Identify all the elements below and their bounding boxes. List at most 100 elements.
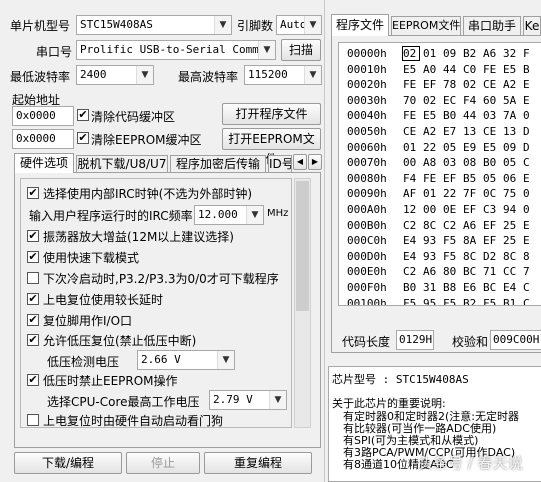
code-address-input[interactable]: 0x0000 [12,106,74,126]
hex-byte: F4 [463,93,477,107]
chevron-down-icon: ▼ [217,351,234,369]
reset-io-checkbox[interactable]: ✔ [27,314,39,326]
p32-p33-checkbox[interactable] [27,272,39,284]
lv-eeprom-checkbox[interactable]: ✔ [27,374,39,386]
hex-byte: 02 [402,46,420,61]
clear-eeprom-checkbox[interactable]: ✔ [77,132,89,144]
hex-byte: E5 [503,62,517,76]
hex-byte: 00 [423,203,437,216]
hex-address: 00020h [347,78,387,92]
tab-id[interactable]: ID号 [268,155,292,173]
tab-serial-assistant[interactable]: 串口助手 [463,16,521,36]
reset-delay-label: 上电复位使用较长延时 [43,293,164,307]
hex-byte: FE [423,171,437,185]
tab-eeprom-file[interactable]: EEPROM文件 [391,16,461,36]
hex-byte: 0 [523,109,530,123]
hex-address: 00000h [347,47,387,60]
reset-delay-checkbox[interactable]: ✔ [27,293,39,305]
hex-byte: 8C [423,218,437,232]
hex-byte: B [523,62,530,76]
checkmark-icon: ✔ [28,373,38,386]
tab-scroll-right-button[interactable]: ▶ [308,154,322,170]
hex-byte: 01 [423,187,437,201]
port-select[interactable]: Prolific USB-to-Serial Comm Po ▼ [76,40,276,60]
hex-byte: A2 [423,125,437,138]
hex-byte: 93 [423,234,437,248]
hex-byte: 08 [463,156,477,170]
scan-button[interactable]: 扫描 [281,39,321,61]
options-scrollbar[interactable] [294,178,311,428]
hex-byte: 13 [503,125,517,138]
hex-byte: FE [403,109,417,123]
hex-byte: 0 [523,203,530,216]
open-eeprom-file-button[interactable]: 打开EEPROM文件 [222,128,321,166]
hex-byte: 22 [423,140,437,154]
amp-gain-checkbox[interactable]: ✔ [27,230,39,242]
low-voltage-reset-label: 允许低压复位(禁止低压中断) [43,334,197,348]
max-baud-select[interactable]: 115200 ▼ [244,65,322,85]
tab-encrypted-transfer[interactable]: 程序加密后传输 [170,155,266,173]
hex-byte: 02 [423,93,437,107]
min-baud-select[interactable]: 2400 ▼ [76,65,154,85]
hex-byte: 75 [503,187,517,201]
pin-count-select[interactable]: Auto ▼ [276,15,322,35]
low-voltage-reset-checkbox[interactable]: ✔ [27,334,39,346]
hex-byte: BC [483,281,497,294]
hex-byte: C [523,296,530,306]
hex-byte: E4 [403,249,417,263]
clear-code-checkbox[interactable]: ✔ [77,109,89,121]
irc-clock-checkbox[interactable]: ✔ [27,187,39,199]
lvd-select[interactable]: 2.66 V ▼ [137,350,235,370]
hex-byte: 05 [483,171,497,185]
stop-button[interactable]: 停止 [126,452,200,474]
hex-byte: A6 [423,265,437,279]
hex-byte: 05 [443,140,457,154]
hex-address: 000E0h [347,265,387,279]
chevron-down-icon: ▼ [304,66,321,84]
repeat-program-button[interactable]: 重复编程 [204,452,312,474]
irc-frequency-select[interactable]: 12.000 ▼ [194,205,264,225]
hex-byte: B0 [403,281,417,294]
download-program-button[interactable]: 下载/编程 [14,452,122,474]
hex-byte: 02 [463,78,477,92]
tab-hardware-options[interactable]: 硬件选项 [14,153,74,173]
hex-address: 00080h [347,171,387,185]
checkmark-icon: ✔ [28,229,38,242]
options-scrollbar-thumb[interactable] [296,181,309,311]
hex-viewer[interactable]: 00000h 02 01 09 B2 A6 32 F 00010h E5 A0 44 C0 FE E5 B 00… [338,42,541,306]
hex-byte: 8C [463,249,477,263]
fast-download-checkbox[interactable]: ✔ [27,251,39,263]
hex-byte: 71 [483,265,497,279]
hex-byte: 22 [443,187,457,201]
chevron-down-icon: ▼ [136,66,153,84]
hex-address: 000A0h [347,203,387,216]
hex-byte: E5 [403,62,417,76]
hex-byte: 03 [483,109,497,123]
eeprom-address-input[interactable]: 0x0000 [12,129,74,149]
hex-byte: D2 [483,249,497,263]
tab-keil[interactable]: Ke [523,16,541,36]
hex-byte: 09 [503,140,517,154]
max-baud-label: 最高波特率 [178,70,239,84]
hex-byte: C3 [483,203,497,216]
cpu-voltage-select[interactable]: 2.79 V ▼ [209,390,287,410]
hex-byte: 95 [423,296,437,306]
hex-byte: 0 [523,187,530,201]
tab-offline-download[interactable]: 脱机下载/U8/U7 [76,155,168,173]
hex-byte: E [523,218,530,232]
chip-model-line: 芯片型号 : STC15W408AS [332,373,469,386]
hex-byte: 0C [483,187,497,201]
hex-byte: A6 [483,47,497,60]
hex-byte: E7 [443,125,457,138]
mcu-type-select[interactable]: STC15W408AS ▼ [76,15,232,35]
tab-scroll-left-button[interactable]: ◀ [293,154,307,170]
hex-byte: E [523,171,530,185]
hex-address: 00060h [347,140,387,154]
watchdog-checkbox[interactable] [27,414,39,426]
hex-byte: B0 [443,109,457,123]
hex-byte: EF [463,203,477,216]
hex-byte: 8C [503,249,517,263]
open-program-file-button[interactable]: 打开程序文件 [222,103,321,125]
checksum-value: 009C00H [490,330,541,350]
tab-program-file[interactable]: 程序文件 [331,14,389,36]
